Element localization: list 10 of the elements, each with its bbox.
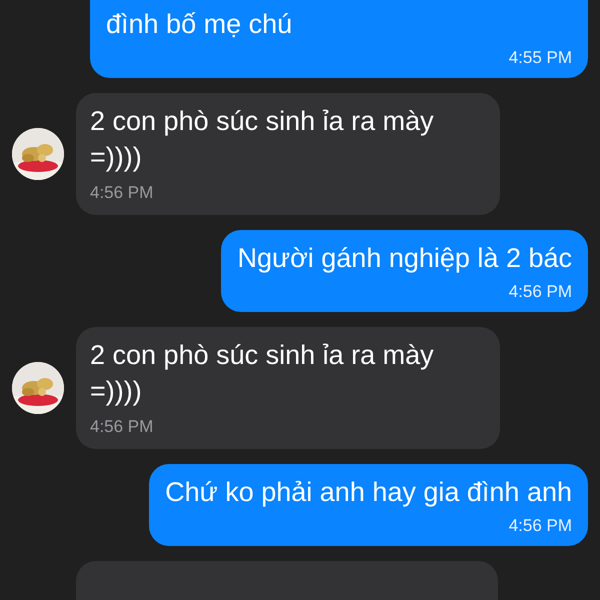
message-text: Người gánh nghiệp là 2 bác (237, 242, 572, 275)
message-text: 2 con phò súc sinh ỉa ra mày =)))) (90, 105, 435, 174)
message-time: 4:56 PM (90, 182, 154, 204)
message-text: Chứ ko phải anh hay gia đình anh (165, 476, 572, 509)
message-time: 4:56 PM (90, 416, 154, 438)
message-time: 4:56 PM (508, 281, 572, 303)
message-time: 4:56 PM (508, 515, 572, 537)
message-text: đình bố mẹ chú (106, 8, 294, 41)
message-time: 4:55 PM (508, 47, 572, 69)
message-text: 2 con phò súc sinh ỉa ra mày =)))) (90, 339, 435, 408)
